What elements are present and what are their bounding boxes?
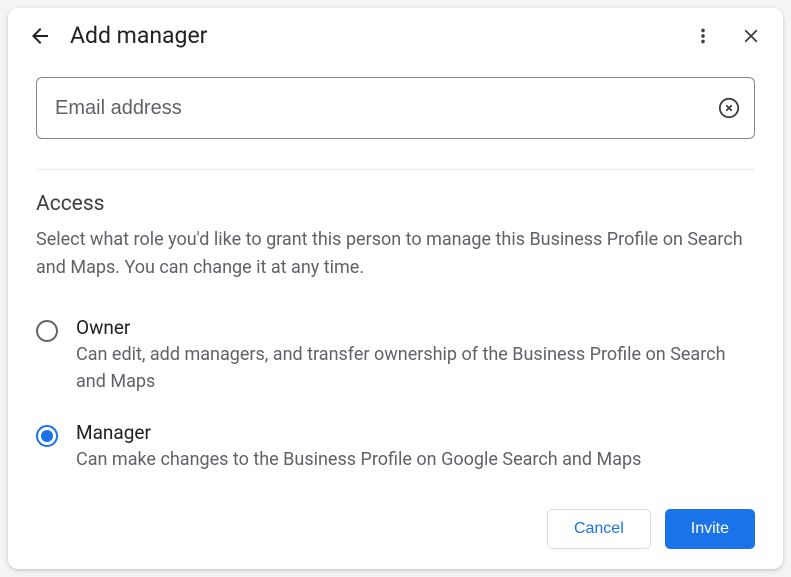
dialog-header: Add manager [8, 8, 783, 59]
radio-manager[interactable] [36, 425, 58, 447]
option-text: Owner Can edit, add managers, and transf… [76, 316, 755, 395]
arrow-back-icon [28, 24, 52, 48]
divider [36, 169, 755, 170]
role-option-owner[interactable]: Owner Can edit, add managers, and transf… [36, 308, 755, 413]
dialog-content: Access Select what role you'd like to gr… [8, 59, 783, 491]
option-title-manager: Manager [76, 421, 755, 444]
dialog-title: Add manager [70, 22, 691, 49]
email-input[interactable] [55, 97, 704, 120]
option-title-owner: Owner [76, 316, 755, 339]
invite-button[interactable]: Invite [665, 509, 755, 549]
more-vert-icon [692, 25, 714, 47]
cancel-button[interactable]: Cancel [547, 509, 651, 549]
close-icon [740, 25, 762, 47]
clear-circle-icon [718, 97, 740, 119]
dialog-footer: Cancel Invite [8, 491, 783, 549]
option-desc-owner: Can edit, add managers, and transfer own… [76, 341, 755, 395]
access-section-title: Access [36, 192, 755, 216]
add-manager-dialog: Add manager Access Select what role you'… [8, 8, 783, 569]
email-input-wrapper[interactable] [36, 77, 755, 139]
radio-owner[interactable] [36, 320, 58, 342]
more-options-button[interactable] [691, 24, 715, 48]
back-button[interactable] [28, 24, 52, 48]
header-actions [691, 24, 763, 48]
option-text: Manager Can make changes to the Business… [76, 421, 755, 473]
role-option-manager[interactable]: Manager Can make changes to the Business… [36, 413, 755, 491]
option-desc-manager: Can make changes to the Business Profile… [76, 446, 755, 473]
clear-input-button[interactable] [718, 97, 740, 119]
close-button[interactable] [739, 24, 763, 48]
access-section-description: Select what role you'd like to grant thi… [36, 226, 755, 282]
